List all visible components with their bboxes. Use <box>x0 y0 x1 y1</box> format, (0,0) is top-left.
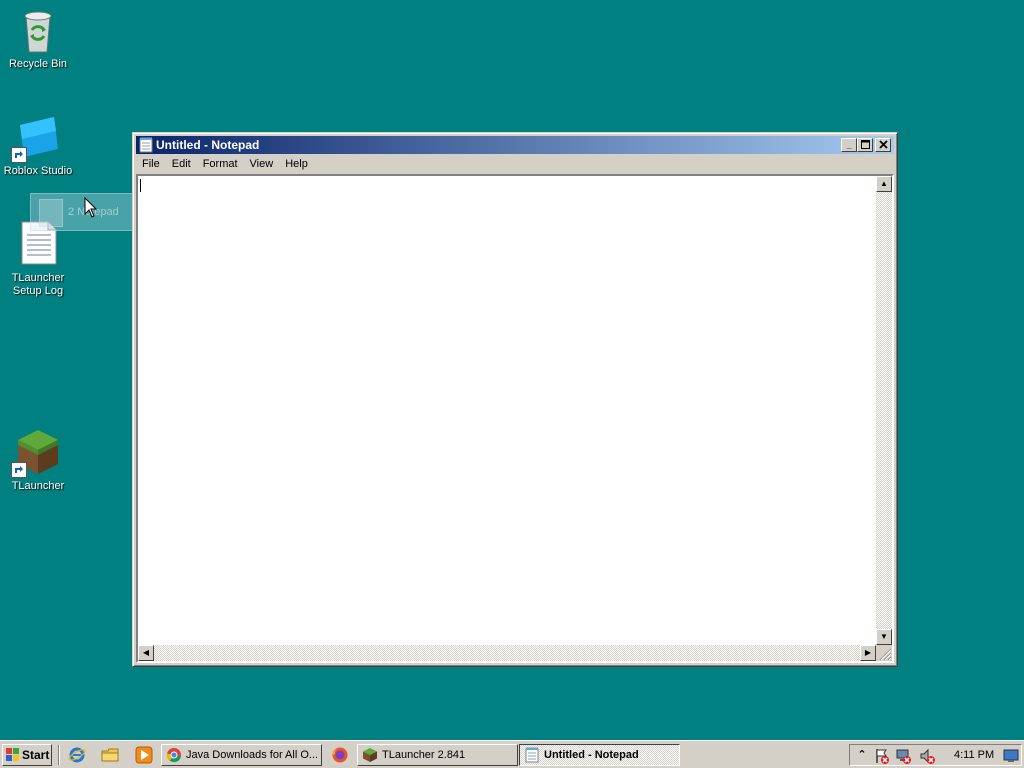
menu-help[interactable]: Help <box>279 155 314 172</box>
arrow-up-icon: ▲ <box>880 179 888 188</box>
file-explorer-icon[interactable] <box>101 746 119 764</box>
desktop-icon-label: TLauncher Setup Log <box>11 272 65 297</box>
mouse-cursor-icon <box>84 197 98 218</box>
notepad-icon <box>525 747 539 763</box>
menu-file[interactable]: File <box>136 155 166 172</box>
windows-logo-icon <box>6 748 19 761</box>
menu-bar: File Edit Format View Help <box>136 155 894 174</box>
close-icon <box>878 140 888 149</box>
arrow-right-icon: ▶ <box>864 648 872 657</box>
resize-grip[interactable] <box>876 645 892 661</box>
notepad-window[interactable]: Untitled - Notepad _ File Edit Format View H… <box>132 132 898 667</box>
internet-explorer-icon[interactable] <box>68 746 86 764</box>
start-label: Start <box>22 748 50 762</box>
chrome-icon <box>166 748 181 763</box>
desktop-icon-label: TLauncher <box>11 480 65 492</box>
horizontal-scrollbar[interactable]: ◀ ▶ <box>138 645 876 661</box>
minecraft-grass-block-icon <box>11 428 62 478</box>
volume-muted-icon[interactable] <box>920 748 936 764</box>
text-editor[interactable]: ▲ ▼ ◀ ▶ <box>136 174 894 663</box>
desktop-icon-label: Roblox Studio <box>3 165 73 177</box>
maximize-button[interactable] <box>857 138 873 152</box>
resize-grip-icon <box>879 648 892 661</box>
arrow-left-icon: ◀ <box>142 648 150 657</box>
text-caret <box>140 179 141 192</box>
desktop-icon-recycle-bin[interactable]: Recycle Bin <box>0 6 78 71</box>
network-error-icon[interactable] <box>896 748 912 764</box>
action-center-flag-icon[interactable] <box>874 748 890 764</box>
system-tray: ⌃ 4:11 PM <box>849 744 1022 766</box>
recycle-bin-icon <box>14 6 62 54</box>
task-label: Java Downloads for All O... <box>186 749 319 761</box>
title-bar[interactable]: Untitled - Notepad _ <box>136 136 894 154</box>
desktop-icon-roblox-studio[interactable]: Roblox Studio <box>0 113 78 178</box>
taskbar-separator <box>58 745 60 765</box>
roblox-studio-icon <box>11 113 62 163</box>
show-desktop-icon[interactable] <box>1003 748 1019 764</box>
menu-view[interactable]: View <box>244 155 280 172</box>
task-label: Untitled - Notepad <box>544 749 639 761</box>
window-title: Untitled - Notepad <box>156 138 260 152</box>
notepad-icon <box>139 137 153 153</box>
close-button[interactable] <box>875 138 891 152</box>
notepad-ghost-icon <box>39 199 63 227</box>
arrow-down-icon: ▼ <box>880 632 888 641</box>
desktop-icon-tlauncher[interactable]: TLauncher <box>0 428 78 493</box>
start-button[interactable]: Start <box>2 744 52 766</box>
clock[interactable]: 4:11 PM <box>954 749 994 761</box>
desktop-icon-tlauncher-setup-log[interactable]: TLauncher Setup Log <box>0 220 78 298</box>
firefox-icon[interactable] <box>331 746 349 764</box>
media-player-icon[interactable] <box>135 746 153 764</box>
minimize-icon: _ <box>846 140 852 150</box>
scroll-up-button[interactable]: ▲ <box>876 176 892 192</box>
desktop-icon-label: Recycle Bin <box>8 58 68 70</box>
scroll-down-button[interactable]: ▼ <box>876 629 892 645</box>
scroll-right-button[interactable]: ▶ <box>860 645 876 661</box>
show-hidden-icons-chevron-icon[interactable]: ⌃ <box>854 748 870 764</box>
menu-format[interactable]: Format <box>197 155 244 172</box>
maximize-icon <box>860 140 870 149</box>
task-chrome-java-downloads[interactable]: Java Downloads for All O... <box>161 744 322 766</box>
task-notepad[interactable]: Untitled - Notepad <box>519 744 680 766</box>
vertical-scrollbar[interactable]: ▲ ▼ <box>876 176 892 645</box>
minecraft-grass-block-icon <box>363 748 377 762</box>
shortcut-arrow-icon <box>11 462 27 478</box>
scroll-left-button[interactable]: ◀ <box>138 645 154 661</box>
task-label: TLauncher 2.841 <box>382 749 466 761</box>
shortcut-arrow-icon <box>11 147 27 163</box>
taskbar: Start Java Downloads for All O... TLaunc… <box>0 740 1024 768</box>
task-tlauncher[interactable]: TLauncher 2.841 <box>357 744 518 766</box>
minimize-button[interactable]: _ <box>841 138 857 152</box>
menu-edit[interactable]: Edit <box>166 155 197 172</box>
